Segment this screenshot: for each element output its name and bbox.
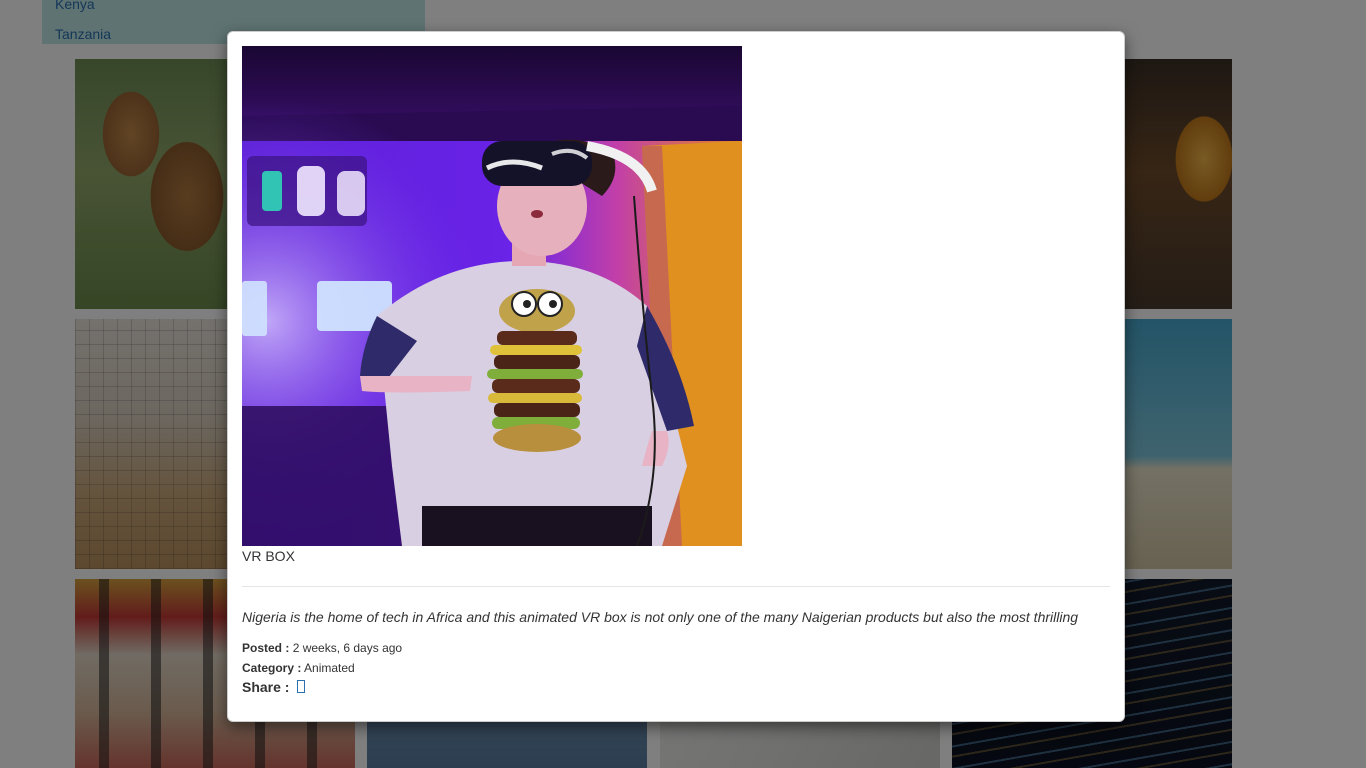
posted-row: Posted : 2 weeks, 6 days ago <box>242 641 402 655</box>
modal-title: VR BOX <box>242 548 295 564</box>
category-label: Category : <box>242 661 302 675</box>
page: Kenya Tanzania <box>0 0 1366 768</box>
share-row: Share : <box>242 679 306 695</box>
image-detail-modal: VR BOX Nigeria is the home of tech in Af… <box>227 31 1125 722</box>
posted-value: 2 weeks, 6 days ago <box>292 641 403 655</box>
share-icon[interactable] <box>297 680 306 693</box>
modal-description: Nigeria is the home of tech in Africa an… <box>242 609 1079 625</box>
vr-headset-photo <box>242 46 742 546</box>
posted-label: Posted : <box>242 641 290 655</box>
category-row: Category : Animated <box>242 661 355 675</box>
category-value: Animated <box>304 661 355 675</box>
share-label: Share : <box>242 679 290 695</box>
modal-divider <box>242 586 1110 587</box>
